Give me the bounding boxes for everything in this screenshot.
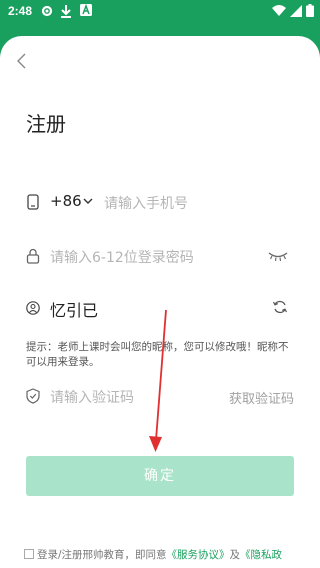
- agreement-and: 及: [229, 549, 241, 561]
- nickname-row[interactable]: 忆引已: [24, 294, 296, 324]
- text-notification-icon: [80, 4, 92, 16]
- chevron-down-icon[interactable]: [82, 195, 94, 207]
- lock-icon: [26, 248, 40, 264]
- signal-icon: [290, 4, 302, 17]
- country-code-selector[interactable]: +86: [50, 192, 82, 210]
- phone-input[interactable]: 请输入手机号: [104, 193, 188, 213]
- password-row[interactable]: 请输入6-12位登录密码: [24, 242, 296, 272]
- verification-code-input[interactable]: 请输入验证码: [50, 387, 134, 407]
- download-icon: [61, 5, 71, 18]
- nickname-hint: 提示：老师上课时会叫您的昵称，您可以修改哦！昵称不可以用来登录。: [26, 341, 289, 368]
- agreement-checkbox[interactable]: [24, 549, 34, 559]
- user-icon: [26, 301, 40, 315]
- nickname-input[interactable]: 忆引已: [50, 297, 98, 321]
- status-bar: 2:48: [0, 0, 320, 24]
- confirm-button[interactable]: 确定: [26, 456, 294, 496]
- wifi-icon: [272, 4, 286, 16]
- phone-row[interactable]: +86 请输入手机号: [24, 188, 296, 218]
- refresh-icon[interactable]: [272, 299, 288, 315]
- gear-icon: [41, 5, 53, 17]
- battery-icon: [306, 4, 314, 17]
- service-agreement-link[interactable]: 《服务协议》: [167, 549, 230, 561]
- eye-closed-icon[interactable]: [268, 250, 288, 262]
- status-time: 2:48: [8, 4, 33, 18]
- get-code-button[interactable]: 获取验证码: [229, 388, 294, 407]
- verification-row[interactable]: 请输入验证码 获取验证码: [24, 382, 296, 412]
- status-right-group: [272, 4, 314, 17]
- password-input[interactable]: 请输入6-12位登录密码: [50, 247, 194, 267]
- shield-icon: [26, 388, 40, 404]
- agreement-row: 登录/注册邢帅教育，即同意《服务协议》及《隐私政: [24, 548, 314, 563]
- phone-icon: [27, 194, 39, 210]
- register-sheet: 注册 +86 请输入手机号 请输入6-12位登录密码 忆引已 提示：老师上课时会…: [0, 36, 320, 568]
- page-title: 注册: [26, 112, 66, 136]
- chevron-left-icon[interactable]: [14, 52, 30, 70]
- privacy-policy-link[interactable]: 《隐私政: [240, 549, 282, 561]
- agreement-text: 登录/注册邢帅教育，即同意: [37, 549, 167, 561]
